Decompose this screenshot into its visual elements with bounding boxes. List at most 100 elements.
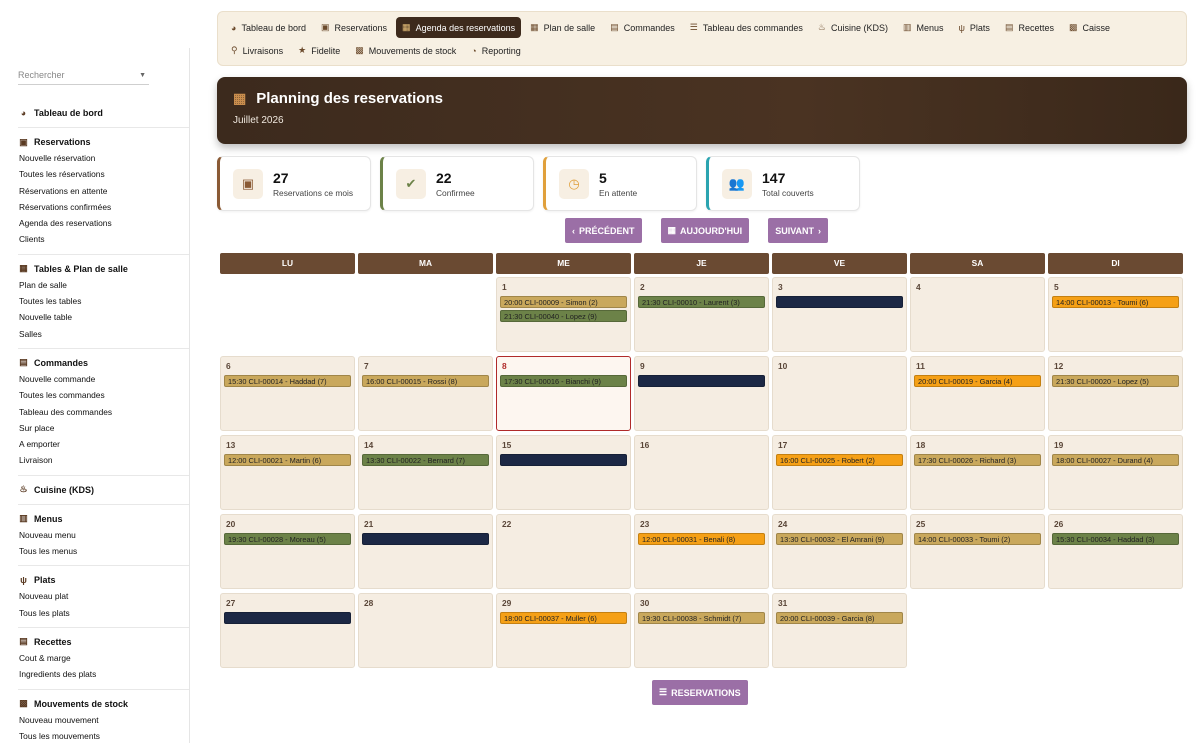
- sidebar-section-header[interactable]: ▤ Commandes: [19, 355, 189, 371]
- nav-tab[interactable]: ⚲ Livraisons: [225, 40, 289, 61]
- calendar-day[interactable]: 24 13:30 CLI-00032 - El Amrani (9): [772, 514, 907, 589]
- calendar-day[interactable]: 29 18:00 CLI-00037 - Muller (6): [496, 593, 631, 668]
- sidebar-link[interactable]: Toutes les commandes: [19, 387, 189, 403]
- calendar-day[interactable]: 23 12:00 CLI-00031 - Benali (8): [634, 514, 769, 589]
- calendar-day[interactable]: 31 20:00 CLI-00039 - Garcia (8): [772, 593, 907, 668]
- reservation-event[interactable]: 13:30 CLI-00022 - Bernard (7): [362, 454, 489, 466]
- sidebar-link[interactable]: Ingredients des plats: [19, 666, 189, 682]
- sidebar-section-header[interactable]: ◕ Tableau de bord: [19, 105, 189, 121]
- reservation-event[interactable]: [500, 454, 627, 466]
- sidebar-link[interactable]: Clients: [19, 231, 189, 247]
- calendar-day[interactable]: 9: [634, 356, 769, 431]
- reservation-event[interactable]: 17:30 CLI-00026 - Richard (3): [914, 454, 1041, 466]
- sidebar-link[interactable]: A emporter: [19, 436, 189, 452]
- sidebar-link[interactable]: Réservations confirmées: [19, 199, 189, 215]
- sidebar-link[interactable]: Nouvelle table: [19, 309, 189, 325]
- reservation-event[interactable]: 12:00 CLI-00021 - Martin (6): [224, 454, 351, 466]
- calendar-day[interactable]: 18 17:30 CLI-00026 - Richard (3): [910, 435, 1045, 510]
- calendar-day[interactable]: 6 15:30 CLI-00014 - Haddad (7): [220, 356, 355, 431]
- reservation-event[interactable]: 15:30 CLI-00014 - Haddad (7): [224, 375, 351, 387]
- sidebar-link[interactable]: Agenda des reservations: [19, 215, 189, 231]
- sidebar-link[interactable]: Nouvelle réservation: [19, 150, 189, 166]
- calendar-day[interactable]: 17 16:00 CLI-00025 - Robert (2): [772, 435, 907, 510]
- reservation-event[interactable]: 21:30 CLI-00040 - Lopez (9): [500, 310, 627, 322]
- sidebar-section-header[interactable]: ▣ Reservations: [19, 134, 189, 150]
- sidebar-section-header[interactable]: ▩ Mouvements de stock: [19, 696, 189, 712]
- nav-tab[interactable]: ★ Fidelite: [292, 40, 346, 61]
- sidebar-link[interactable]: Nouveau mouvement: [19, 712, 189, 728]
- calendar-day[interactable]: 26 15:30 CLI-00034 - Haddad (3): [1048, 514, 1183, 589]
- nav-tab[interactable]: ☰ Tableau des commandes: [684, 17, 809, 38]
- previous-month-button[interactable]: ‹ PRÉCÉDENT: [565, 218, 642, 243]
- nav-tab[interactable]: ψ Plats: [953, 17, 996, 38]
- nav-tab[interactable]: ▦ Plan de salle: [524, 17, 601, 38]
- nav-tab[interactable]: ▩ Mouvements de stock: [349, 40, 462, 61]
- calendar-day[interactable]: 30 19:30 CLI-00038 - Schmidt (7): [634, 593, 769, 668]
- reservation-event[interactable]: 12:00 CLI-00031 - Benali (8): [638, 533, 765, 545]
- next-month-button[interactable]: SUIVANT ›: [768, 218, 829, 243]
- reservation-event[interactable]: 16:00 CLI-00025 - Robert (2): [776, 454, 903, 466]
- reservation-event[interactable]: [224, 612, 351, 624]
- calendar-day[interactable]: 15: [496, 435, 631, 510]
- calendar-day[interactable]: 1 20:00 CLI-00009 - Simon (2) 21:30 CLI-00…: [496, 277, 631, 352]
- nav-tab[interactable]: ◔ Reporting: [465, 40, 526, 61]
- sidebar-link[interactable]: Toutes les tables: [19, 293, 189, 309]
- calendar-day[interactable]: 12 21:30 CLI-00020 - Lopez (5): [1048, 356, 1183, 431]
- sidebar-link[interactable]: Plan de salle: [19, 277, 189, 293]
- search-select[interactable]: Rechercher ▼: [18, 66, 149, 85]
- today-button[interactable]: ▦ AUJOURD'HUI: [660, 218, 750, 243]
- sidebar-link[interactable]: Sur place: [19, 420, 189, 436]
- sidebar-section-header[interactable]: ♨ Cuisine (KDS): [19, 482, 189, 498]
- calendar-day[interactable]: 4: [910, 277, 1045, 352]
- sidebar-link[interactable]: Toutes les réservations: [19, 166, 189, 182]
- nav-tab[interactable]: ◕ Tableau de bord: [225, 17, 312, 38]
- calendar-day[interactable]: 16: [634, 435, 769, 510]
- calendar-day[interactable]: 21: [358, 514, 493, 589]
- calendar-day[interactable]: 25 14:00 CLI-00033 - Toumi (2): [910, 514, 1045, 589]
- reservation-event[interactable]: 15:30 CLI-00034 - Haddad (3): [1052, 533, 1179, 545]
- nav-tab[interactable]: ▦ Agenda des reservations: [396, 17, 522, 38]
- calendar-day[interactable]: 22: [496, 514, 631, 589]
- calendar-day-today[interactable]: 8 17:30 CLI-00016 - Bianchi (9): [496, 356, 631, 431]
- calendar-day[interactable]: 11 20:00 CLI-00019 - Garcia (4): [910, 356, 1045, 431]
- reservation-event[interactable]: 21:30 CLI-00020 - Lopez (5): [1052, 375, 1179, 387]
- reservation-event[interactable]: 16:00 CLI-00015 - Rossi (8): [362, 375, 489, 387]
- reservation-event[interactable]: 18:00 CLI-00027 - Durand (4): [1052, 454, 1179, 466]
- reservation-event[interactable]: 20:00 CLI-00019 - Garcia (4): [914, 375, 1041, 387]
- calendar-day[interactable]: 5 14:00 CLI-00013 - Toumi (6): [1048, 277, 1183, 352]
- sidebar-link[interactable]: Nouvelle commande: [19, 371, 189, 387]
- reservation-event[interactable]: [362, 533, 489, 545]
- sidebar-link[interactable]: Nouveau plat: [19, 588, 189, 604]
- reservation-event[interactable]: [638, 375, 765, 387]
- nav-tab[interactable]: ▤ Recettes: [999, 17, 1060, 38]
- calendar-day[interactable]: 3: [772, 277, 907, 352]
- reservation-event[interactable]: 20:00 CLI-00009 - Simon (2): [500, 296, 627, 308]
- reservation-event[interactable]: 18:00 CLI-00037 - Muller (6): [500, 612, 627, 624]
- sidebar-link[interactable]: Tous les mouvements: [19, 728, 189, 743]
- sidebar-section-header[interactable]: ▥ Menus: [19, 511, 189, 527]
- calendar-day[interactable]: 2 21:30 CLI-00010 - Laurent (3): [634, 277, 769, 352]
- reservation-event[interactable]: 17:30 CLI-00016 - Bianchi (9): [500, 375, 627, 387]
- reservation-event[interactable]: 14:00 CLI-00033 - Toumi (2): [914, 533, 1041, 545]
- nav-tab[interactable]: ▣ Reservations: [315, 17, 393, 38]
- calendar-day[interactable]: 14 13:30 CLI-00022 - Bernard (7): [358, 435, 493, 510]
- nav-tab[interactable]: ▥ Menus: [897, 17, 950, 38]
- calendar-day[interactable]: 7 16:00 CLI-00015 - Rossi (8): [358, 356, 493, 431]
- reservation-event[interactable]: 21:30 CLI-00010 - Laurent (3): [638, 296, 765, 308]
- calendar-day[interactable]: 10: [772, 356, 907, 431]
- reservation-event[interactable]: 19:30 CLI-00038 - Schmidt (7): [638, 612, 765, 624]
- reservation-event[interactable]: 14:00 CLI-00013 - Toumi (6): [1052, 296, 1179, 308]
- sidebar-section-header[interactable]: ▦ Tables & Plan de salle: [19, 261, 189, 277]
- sidebar-link[interactable]: Tous les plats: [19, 605, 189, 621]
- reservation-event[interactable]: 19:30 CLI-00028 - Moreau (5): [224, 533, 351, 545]
- reservation-event[interactable]: 20:00 CLI-00039 - Garcia (8): [776, 612, 903, 624]
- calendar-day[interactable]: 13 12:00 CLI-00021 - Martin (6): [220, 435, 355, 510]
- reservation-event[interactable]: 13:30 CLI-00032 - El Amrani (9): [776, 533, 903, 545]
- sidebar-link[interactable]: Tous les menus: [19, 543, 189, 559]
- nav-tab[interactable]: ♨ Cuisine (KDS): [812, 17, 894, 38]
- calendar-day[interactable]: 27: [220, 593, 355, 668]
- sidebar-section-header[interactable]: ▤ Recettes: [19, 634, 189, 650]
- sidebar-link[interactable]: Tableau des commandes: [19, 404, 189, 420]
- sidebar-link[interactable]: Nouveau menu: [19, 527, 189, 543]
- sidebar-link[interactable]: Cout & marge: [19, 650, 189, 666]
